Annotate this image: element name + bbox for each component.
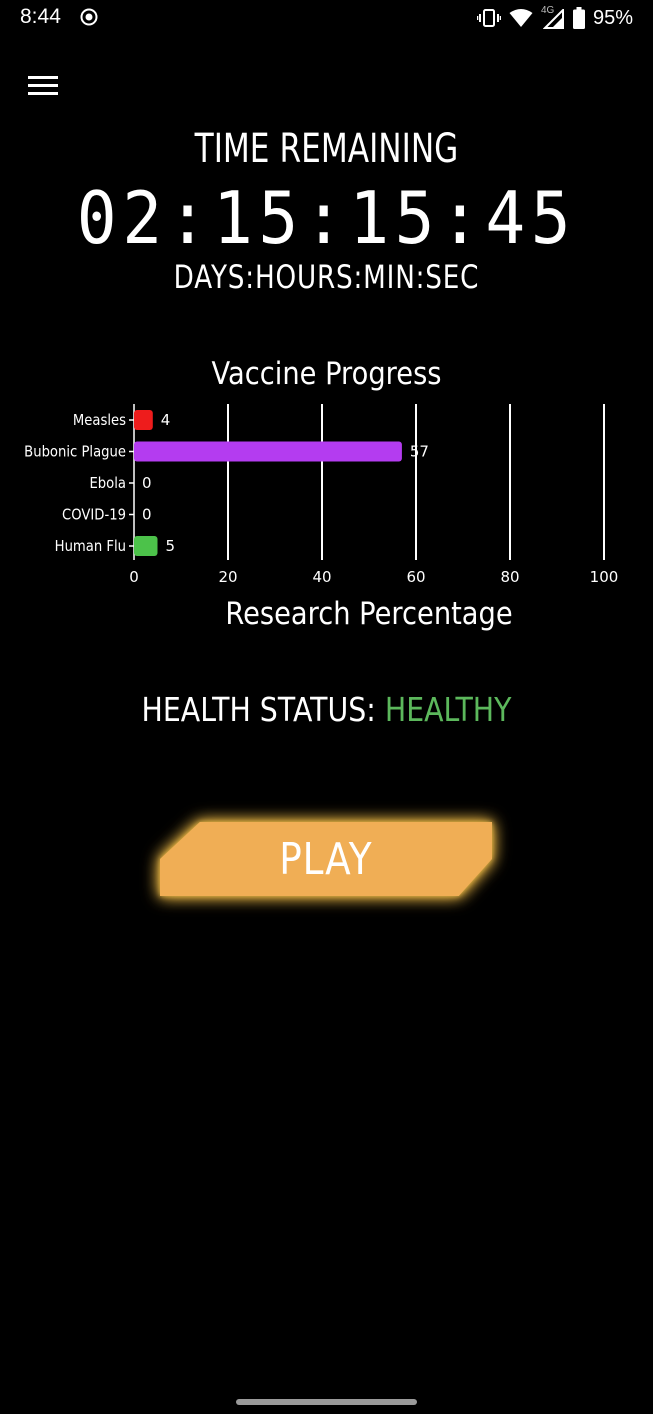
chart-bar [134, 441, 402, 462]
timer-title: TIME REMAINING [194, 126, 459, 172]
chart-x-tick-label: 0 [129, 568, 139, 586]
battery-percent: 95% [592, 6, 633, 29]
chart-category-label: Bubonic Plague [24, 444, 126, 461]
chart-x-axis-label: Research Percentage [225, 596, 513, 632]
chart-data-label: 5 [166, 537, 176, 555]
health-status-value: HEALTHY [384, 690, 512, 729]
chart-x-tick-label: 60 [406, 568, 425, 586]
game-screen: 8:44 4G 95% TIME REMAINING 02:15:15:45 D… [0, 0, 653, 1414]
chart-data-label: 57 [410, 443, 429, 461]
play-button[interactable]: PLAY [160, 822, 492, 896]
chart-data-label: 0 [142, 506, 152, 524]
wifi-icon [509, 9, 533, 27]
chart-data-label: 0 [142, 474, 152, 492]
home-indicator[interactable] [236, 1399, 417, 1405]
chart-x-tick-label: 80 [500, 568, 519, 586]
status-bar: 8:44 4G 95% [0, 0, 653, 36]
screen-record-icon [80, 8, 98, 26]
battery-icon [572, 7, 585, 29]
chart-title: Vaccine Progress [211, 356, 442, 392]
hamburger-menu-icon[interactable] [28, 72, 60, 98]
chart-category-label: COVID-19 [62, 507, 126, 524]
play-button-label: PLAY [279, 833, 373, 885]
chart-x-tick-label: 40 [312, 568, 331, 586]
play-button-shape[interactable]: PLAY [160, 822, 492, 896]
chart-data-label: 4 [161, 411, 171, 429]
chart-x-tick-label: 100 [590, 568, 619, 586]
chart-x-tick-label: 20 [218, 568, 237, 586]
status-time: 8:44 [20, 5, 61, 28]
health-status-label: HEALTH STATUS: [141, 690, 385, 729]
timer-units: DAYS:HOURS:MIN:SEC [173, 258, 480, 296]
vaccine-progress-chart: 0 20 40 60 80 100 Measles 4 Bubonic Plague 57 Ebol… [24, 404, 619, 586]
chart-bar [134, 536, 158, 556]
cell-signal-icon [542, 9, 564, 29]
health-status: HEALTH STATUS: HEALTHY [46, 690, 608, 729]
cell-signal-group: 4G [541, 5, 565, 29]
chart-bar [134, 410, 153, 430]
status-icons: 4G 95% [476, 4, 633, 32]
vibrate-icon [476, 9, 501, 27]
chart-category-label: Ebola [89, 475, 126, 492]
chart-category-label: Human Flu [55, 538, 126, 555]
timer-countdown: 02:15:15:45 [76, 176, 577, 260]
chart-category-label: Measles [73, 412, 126, 429]
